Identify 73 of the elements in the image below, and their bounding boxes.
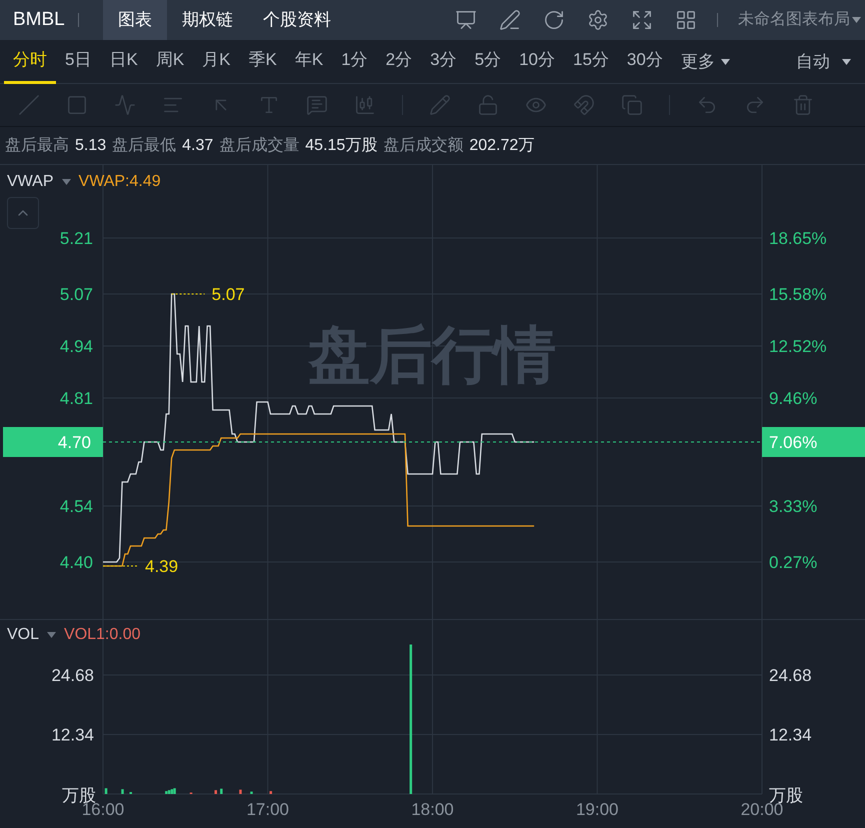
stat-value: 5.13 (75, 136, 106, 156)
presentation-icon[interactable] (455, 9, 477, 31)
volume-bar (220, 788, 223, 794)
caret-icon (852, 17, 861, 23)
caret-icon (62, 179, 71, 185)
collapse-button[interactable] (7, 197, 39, 229)
volume-bar (104, 788, 108, 794)
settings-icon[interactable] (587, 9, 609, 31)
top-tab[interactable]: 个股资料 (248, 0, 346, 40)
volume-axis-label: 24.68 (769, 666, 812, 685)
period-tab[interactable]: 日K (100, 40, 147, 84)
indicator-label[interactable]: VOL (7, 623, 40, 647)
volume-bar (250, 792, 253, 794)
period-tab[interactable]: 10分 (510, 40, 564, 84)
price-axis-label: 4.54 (60, 497, 93, 516)
percent-axis-label: 3.33% (769, 497, 818, 516)
last-price-badge: 4.70 (3, 427, 103, 457)
stat-value: 45.15万股 (305, 136, 378, 156)
price-axis-label: 5.07 (60, 285, 93, 304)
volume-axis-label: 12.34 (51, 726, 94, 744)
caret-icon (842, 58, 851, 64)
price-axis-label: 4.94 (60, 337, 93, 356)
percent-axis-label: 18.65% (769, 229, 827, 248)
period-tab[interactable]: 季K (240, 40, 286, 84)
price-axis-label: 5.21 (60, 229, 93, 248)
volume-bar (270, 791, 272, 794)
time-axis-label: 17:00 (246, 800, 290, 819)
stat-value: 202.72万 (469, 136, 534, 156)
edit-icon[interactable] (499, 9, 521, 31)
grid-icon[interactable] (675, 9, 697, 31)
stat-label: 盘后成交量 (219, 136, 300, 156)
stat-label: 盘后最高 (5, 136, 69, 156)
refresh-icon[interactable] (543, 9, 565, 31)
fullscreen-icon[interactable] (631, 9, 653, 31)
time-axis-label: 18:00 (411, 800, 454, 819)
period-tab[interactable]: 1分 (332, 40, 377, 84)
scale-dropdown[interactable]: 自动 (786, 48, 861, 74)
volume-bar (121, 789, 124, 794)
percent-axis-label: 9.46% (769, 389, 818, 408)
stat-value: 4.37 (182, 136, 214, 156)
volume-bar (239, 790, 242, 794)
stat-label: 盘后最低 (112, 136, 176, 156)
caret-icon (720, 58, 730, 64)
period-tab[interactable]: 周K (146, 40, 194, 84)
top-tab[interactable]: 图表 (102, 0, 167, 40)
symbol-label: BMBL (12, 8, 66, 32)
period-tab[interactable]: 月K (193, 40, 240, 84)
stat-label: 盘后成交额 (383, 136, 464, 156)
price-axis-label: 4.40 (60, 553, 93, 572)
percent-axis-label: 15.58% (769, 285, 827, 304)
period-tab[interactable]: 3分 (421, 40, 466, 84)
volume-bar (214, 790, 218, 794)
percent-axis-label: 0.27% (769, 553, 818, 572)
last-change-badge: 7.06% (762, 427, 865, 457)
period-tab[interactable]: 5分 (466, 40, 510, 84)
more-dropdown[interactable]: 更多 (672, 48, 739, 74)
time-axis-label: 19:00 (576, 800, 619, 819)
caret-icon (47, 632, 56, 638)
period-tab[interactable]: 30分 (618, 40, 672, 84)
period-tab[interactable]: 15分 (564, 40, 618, 84)
indicator-value: VOL1:0.00 (64, 625, 141, 645)
percent-axis-label: 12.52% (769, 337, 827, 356)
volume-axis-label: 24.68 (51, 666, 94, 685)
indicator-value: VWAP:4.49 (78, 172, 161, 192)
period-tab[interactable]: 年K (286, 40, 332, 84)
volume-axis-label: 12.34 (769, 726, 812, 744)
top-tab[interactable]: 期权链 (166, 0, 248, 40)
period-tab[interactable]: 分时 (4, 40, 56, 84)
indicator-label[interactable]: VWAP (7, 170, 54, 194)
layout-dropdown[interactable]: 未命名图表布局 (738, 8, 865, 32)
price-axis-label: 4.81 (60, 389, 93, 408)
period-tab[interactable]: 5日 (56, 40, 100, 84)
period-tab[interactable]: 2分 (376, 40, 422, 84)
